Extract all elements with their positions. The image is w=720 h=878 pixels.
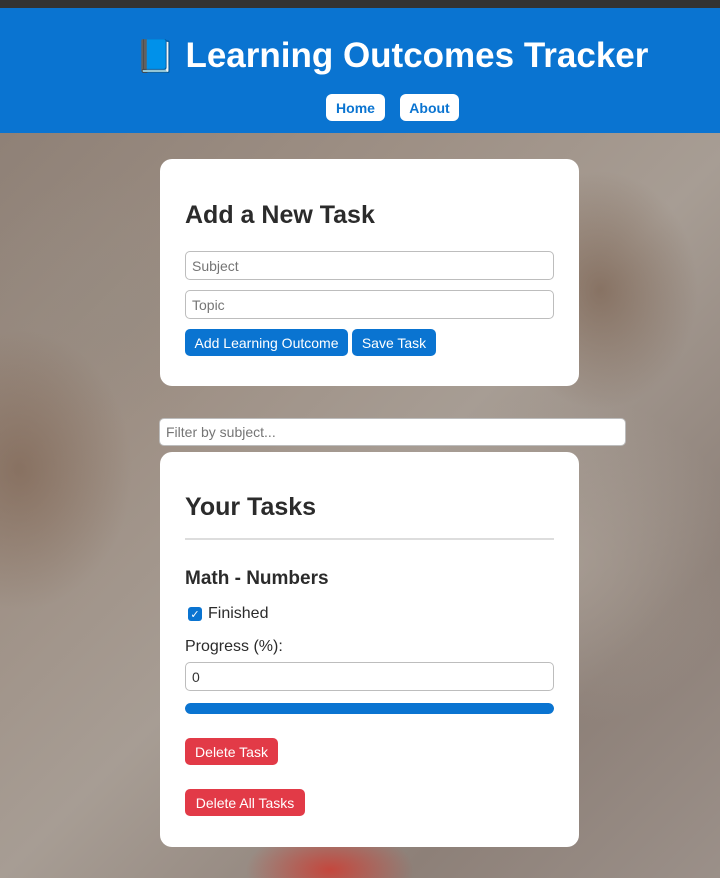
browser-top-bar bbox=[0, 0, 720, 8]
finished-checkbox[interactable]: ✓ bbox=[188, 607, 202, 621]
tasks-divider bbox=[185, 538, 554, 540]
add-learning-outcome-button[interactable]: Add Learning Outcome bbox=[185, 329, 348, 356]
add-task-heading: Add a New Task bbox=[185, 201, 375, 229]
save-task-button[interactable]: Save Task bbox=[352, 329, 436, 356]
nav-about-button[interactable]: About bbox=[400, 94, 459, 121]
tasks-card: Your Tasks Math - Numbers ✓ Finished Pro… bbox=[160, 452, 579, 847]
topic-input[interactable]: Topic bbox=[185, 290, 554, 319]
task-title: Math - Numbers bbox=[185, 568, 329, 589]
tasks-heading: Your Tasks bbox=[185, 493, 317, 521]
page-title-text: Learning Outcomes Tracker bbox=[185, 36, 649, 75]
progress-input[interactable]: 0 bbox=[185, 662, 554, 691]
add-task-card: Add a New Task Subject Topic Add Learnin… bbox=[160, 159, 579, 386]
progress-bar bbox=[185, 703, 554, 714]
main-nav: Home About bbox=[0, 94, 720, 122]
site-header: 📘 Learning Outcomes Tracker Home About bbox=[0, 8, 720, 133]
delete-all-tasks-button[interactable]: Delete All Tasks bbox=[185, 789, 305, 816]
finished-label: Finished bbox=[208, 605, 269, 622]
delete-task-button[interactable]: Delete Task bbox=[185, 738, 278, 765]
filter-subject-input[interactable]: Filter by subject... bbox=[159, 418, 626, 446]
nav-home-button[interactable]: Home bbox=[326, 94, 385, 121]
progress-label: Progress (%): bbox=[185, 638, 283, 655]
progress-bar-fill bbox=[185, 703, 554, 714]
page-title: 📘 Learning Outcomes Tracker bbox=[0, 36, 720, 76]
subject-input[interactable]: Subject bbox=[185, 251, 554, 280]
book-icon: 📘 bbox=[135, 38, 176, 74]
